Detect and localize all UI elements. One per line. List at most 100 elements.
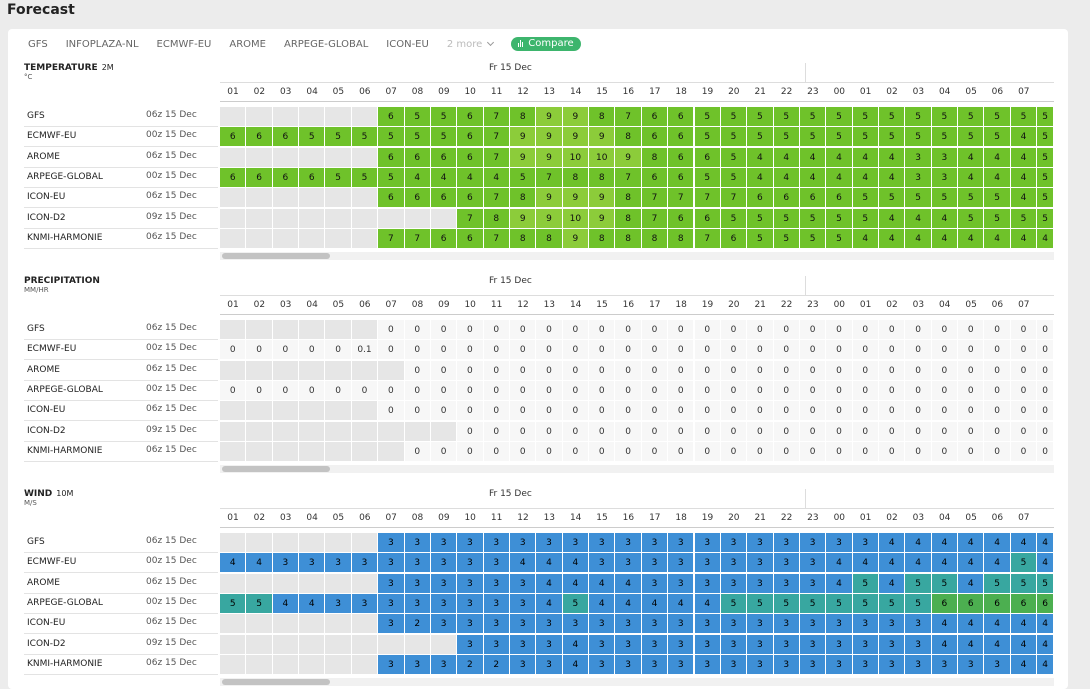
compare-button[interactable]: Compare	[511, 37, 581, 51]
hour-label: 17	[649, 300, 661, 310]
forecast-cell: 5	[747, 593, 774, 614]
forecast-cell: 0	[641, 340, 669, 361]
forecast-cell: 0	[984, 380, 1011, 401]
forecast-cell: 0	[589, 421, 616, 442]
hour-label: 05	[332, 513, 345, 523]
forecast-cell: 3	[351, 593, 379, 614]
more-dropdown[interactable]: 2 more	[447, 38, 495, 50]
forecast-cell: 3	[694, 654, 721, 675]
forecast-cell: 5	[1037, 573, 1054, 594]
section-unit: °C	[24, 73, 33, 81]
forecast-cell: 5	[510, 167, 537, 188]
model-name: GFS	[27, 111, 45, 121]
model-row: ICON-D2 09z 15 Dec	[24, 635, 218, 655]
forecast-cell: 0	[958, 360, 985, 381]
hour-label: 04	[938, 513, 951, 523]
forecast-cell: 3	[615, 553, 642, 574]
forecast-cell: 5	[351, 127, 379, 148]
forecast-cell: 5	[905, 107, 932, 127]
forecast-cell: 0	[1037, 401, 1054, 422]
forecast-cell	[404, 421, 431, 442]
forecast-cell: 5	[799, 208, 827, 229]
date-divider	[805, 489, 806, 509]
forecast-cell: 5	[931, 127, 959, 148]
forecast-cell	[246, 320, 273, 340]
tab-infoplaza-nl[interactable]: INFOPLAZA-NL	[66, 39, 139, 50]
forecast-cell: 0	[562, 340, 590, 361]
forecast-cell	[325, 421, 352, 442]
forecast-cell: 0	[826, 441, 853, 462]
forecast-cell: 5	[562, 593, 590, 614]
hour-label: 03	[279, 87, 292, 97]
forecast-cell: 4	[799, 167, 827, 188]
forecast-cell: 4	[905, 228, 932, 249]
forecast-cell: 8	[589, 228, 616, 249]
horizontal-scrollbar[interactable]	[220, 465, 1054, 474]
forecast-cell	[220, 208, 247, 229]
forecast-cell: 0	[905, 401, 932, 422]
hour-label: 15	[596, 87, 608, 97]
forecast-cell	[272, 634, 300, 655]
forecast-cell: 0	[1037, 441, 1054, 462]
horizontal-scrollbar[interactable]	[220, 252, 1054, 261]
forecast-cell: 0	[773, 401, 800, 422]
forecast-cell: 5	[852, 573, 879, 594]
hour-label: 03	[279, 300, 292, 310]
model-run: 06z 15 Dec	[146, 191, 197, 202]
forecast-cell: 0	[641, 401, 669, 422]
tab-gfs[interactable]: GFS	[28, 39, 48, 50]
hour-label: 13	[543, 513, 556, 523]
model-name: ICON-EU	[27, 618, 66, 629]
forecast-cell: 5	[799, 107, 827, 127]
scrollbar-thumb[interactable]	[222, 679, 330, 686]
compare-label: Compare	[528, 38, 574, 49]
scrollbar-thumb[interactable]	[222, 253, 330, 260]
model-name: GFS	[27, 537, 45, 547]
forecast-cell: 3	[958, 654, 985, 675]
forecast-cell: 4	[1010, 634, 1038, 655]
tab-arome[interactable]: AROME	[229, 39, 266, 50]
forecast-cell: 0	[958, 320, 985, 340]
forecast-cell: 3	[773, 634, 800, 655]
forecast-cell: 5	[984, 107, 1011, 127]
forecast-cell	[220, 573, 247, 594]
forecast-cell: 6	[404, 147, 431, 168]
model-row: ECMWF-EU 00z 15 Dec	[24, 340, 218, 361]
forecast-cell: 3	[984, 654, 1011, 675]
forecast-cell: 3	[589, 533, 616, 553]
hour-label: 20	[728, 300, 740, 310]
forecast-cell: 3	[905, 654, 932, 675]
forecast-cell: 4	[483, 167, 510, 188]
forecast-cell: 5	[747, 127, 774, 148]
tab-arpege-global[interactable]: ARPEGE-GLOBAL	[284, 39, 368, 50]
forecast-cell: 0	[720, 441, 748, 462]
hour-label: 01	[227, 87, 239, 97]
forecast-cell: 0	[510, 340, 537, 361]
forecast-cell: 0	[668, 441, 695, 462]
forecast-cell: 5	[1037, 188, 1054, 209]
model-run: 06z 15 Dec	[146, 323, 197, 333]
forecast-cell: 0	[984, 340, 1011, 361]
model-run: 09z 15 Dec	[146, 211, 197, 222]
hour-label: 13	[543, 87, 556, 97]
model-row: AROME 06z 15 Dec	[24, 148, 218, 168]
forecast-cell: 3	[457, 634, 484, 655]
forecast-cell: 9	[536, 107, 563, 127]
forecast-cell: 4	[747, 167, 774, 188]
forecast-cell: 0	[378, 320, 405, 340]
tab-icon-eu[interactable]: ICON-EU	[386, 39, 429, 50]
model-run: 06z 15 Dec	[146, 363, 197, 374]
forecast-cell: 0	[826, 340, 853, 361]
forecast-cell: 3	[799, 614, 827, 635]
scrollbar-thumb[interactable]	[222, 466, 330, 473]
forecast-cell: 9	[589, 127, 616, 148]
forecast-cell: 4	[958, 634, 985, 655]
forecast-cell	[325, 360, 352, 381]
hour-label: 06	[991, 87, 1004, 97]
forecast-cell: 4	[1037, 654, 1054, 675]
forecast-cell: 3	[826, 634, 853, 655]
forecast-cell: 0	[984, 320, 1011, 340]
tab-ecmwf-eu[interactable]: ECMWF-EU	[157, 39, 212, 50]
forecast-cell	[351, 320, 379, 340]
forecast-cell: 8	[589, 107, 616, 127]
